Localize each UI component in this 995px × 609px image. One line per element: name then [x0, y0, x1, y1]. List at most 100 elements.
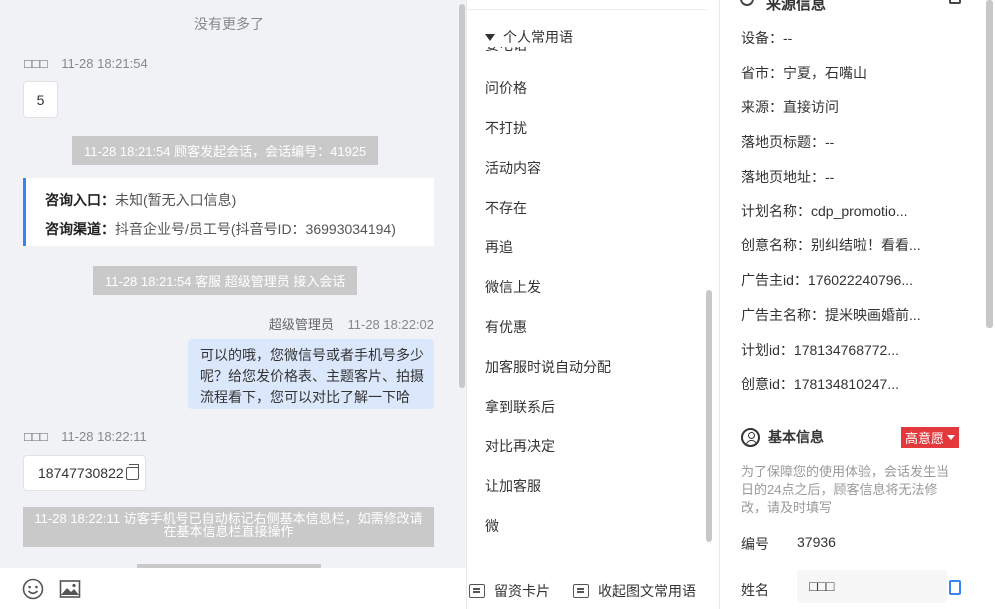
row-value: 178134810247... — [793, 376, 900, 392]
system-message: 11-28 18:21:54 顾客发起会话，会话编号：41925 — [72, 136, 379, 165]
phrases-group-title: 个人常用语 — [503, 29, 573, 45]
row-value: -- — [825, 169, 835, 185]
message-text: 5 — [36, 91, 45, 108]
row-label: 创意id： — [741, 376, 794, 392]
person-icon — [741, 427, 760, 447]
row-value: -- — [825, 134, 835, 150]
lead-card-label: 留资卡片 — [494, 583, 550, 599]
collapse-phrases-button[interactable]: 收起图文常用语 — [573, 581, 696, 601]
entry-label: 咨询入口： — [45, 192, 115, 208]
info-row-advertiser-name: 广告主名称：提米映画婚前... — [741, 305, 921, 325]
phrase-item[interactable]: 加客服时说自动分配 — [485, 357, 611, 377]
channel-label: 咨询渠道： — [45, 221, 115, 237]
message-text: 18747730822 — [38, 465, 124, 481]
row-value: 176022240796... — [807, 272, 914, 288]
info-row-region: 省市：宁夏，石嘴山 — [741, 63, 867, 83]
phrase-item[interactable]: 对比再决定 — [485, 436, 555, 456]
chat-toolbar — [0, 568, 466, 609]
phrases-header-divider — [467, 0, 707, 10]
row-value: 别纠结啦！看看... — [811, 237, 921, 253]
message-time: 11-28 18:22:11 — [61, 429, 147, 444]
row-value: 178134768772... — [793, 342, 900, 358]
copy-icon[interactable] — [125, 463, 139, 480]
phrase-item[interactable]: 再追 — [485, 237, 513, 257]
phrase-item[interactable]: 问价格 — [485, 78, 527, 98]
message-card-icon — [469, 584, 485, 598]
row-label: 落地页地址： — [741, 169, 825, 185]
document-icon[interactable] — [949, 580, 961, 595]
system-message: 11-28 18:22:11 访客手机号已自动标记右侧基本信息栏，如需修改请在基… — [23, 507, 434, 547]
phrase-item[interactable]: 微信上发 — [485, 277, 541, 297]
edit-icon[interactable] — [949, 0, 961, 4]
chevron-down-icon — [947, 435, 956, 440]
no-more-text: 没有更多了 — [194, 16, 264, 32]
system-message: 11-28 18:21:54 客服 超级管理员 接入会话 — [93, 266, 358, 295]
customer-name-field[interactable]: □□□ — [797, 570, 947, 603]
visitor-meta: □□□ 11-28 18:21:54 — [24, 56, 148, 71]
lead-card-button[interactable]: 留资卡片 — [469, 581, 550, 601]
phrase-item[interactable]: 拿到联系后 — [485, 397, 555, 417]
row-label: 落地页标题： — [741, 134, 825, 150]
phrase-item[interactable]: 让加客服 — [485, 476, 541, 496]
intent-level-label: 高意愿 — [905, 431, 945, 446]
phrase-item[interactable]: 活动内容 — [485, 158, 541, 178]
channel-value: 抖音企业号/员工号(抖音号ID：36993034194) — [115, 221, 396, 237]
visitor-meta: □□□ 11-28 18:22:11 — [24, 429, 147, 444]
phrases-scrollbar[interactable] — [706, 290, 712, 542]
message-card-icon — [573, 584, 589, 598]
phrases-footer: 留资卡片 收起图文常用语 — [467, 568, 720, 609]
image-icon[interactable] — [59, 578, 81, 600]
phrase-item[interactable]: 有优惠 — [485, 317, 527, 337]
row-value: -- — [783, 30, 793, 46]
visitor-message: 5 — [23, 81, 58, 118]
emoji-icon[interactable] — [22, 578, 44, 600]
entry-value: 未知(暂无入口信息) — [115, 192, 237, 208]
source-info-title: 来源信息 — [766, 0, 827, 13]
row-label: 省市： — [741, 65, 783, 81]
agent-message: 可以的哦，您微信号或者手机号多少呢？给您发价格表、主题客片、拍摄流程看下，您可以… — [188, 339, 434, 409]
row-value: 提米映画婚前... — [825, 307, 921, 323]
info-row-plan-name: 计划名称：cdp_promotio... — [741, 201, 908, 221]
basic-info-title: 基本信息 — [768, 429, 824, 445]
info-row-source: 来源：直接访问 — [741, 97, 839, 117]
row-label: 设备： — [741, 30, 783, 46]
info-row-device: 设备：-- — [741, 28, 792, 48]
row-value: 宁夏，石嘴山 — [783, 65, 867, 81]
phrases-panel: 要电话 个人常用语 问价格 不打扰 活动内容 不存在 再追 微信上发 有优惠 加… — [466, 0, 720, 609]
chat-history[interactable]: 没有更多了 □□□ 11-28 18:21:54 5 11-28 18:21:5… — [0, 0, 466, 568]
info-row-landing-url: 落地页地址：-- — [741, 167, 834, 187]
info-row-landing-title: 落地页标题：-- — [741, 132, 834, 152]
message-time: 11-28 18:21:54 — [61, 56, 148, 71]
chat-panel: 没有更多了 □□□ 11-28 18:21:54 5 11-28 18:21:5… — [0, 0, 466, 609]
row-value: 直接访问 — [783, 99, 839, 115]
info-scrollbar[interactable] — [986, 0, 993, 328]
phrase-item[interactable]: 微 — [485, 516, 499, 536]
inquiry-info-card: 咨询入口：未知(暂无入口信息) 咨询渠道：抖音企业号/员工号(抖音号ID：369… — [23, 178, 434, 246]
visitor-message: 18747730822 — [23, 455, 146, 491]
phrase-item[interactable]: 不存在 — [485, 198, 527, 218]
edit-deadline-notice: 为了保障您的使用体验，会话发生当日的24点之后，顾客信息将无法修改，请及时填写 — [741, 464, 950, 515]
row-label: 广告主id： — [741, 272, 808, 288]
intent-level-dropdown[interactable]: 高意愿 — [901, 427, 960, 448]
phrases-group-toggle[interactable]: 个人常用语 — [485, 27, 579, 47]
customer-name-label: 姓名 — [741, 582, 769, 598]
visitor-name: □□□ — [24, 429, 48, 444]
row-value: cdp_promotio... — [811, 203, 908, 219]
row-label: 计划名称： — [741, 203, 811, 219]
info-row-creative-name: 创意名称：别纠结啦！看看... — [741, 235, 921, 255]
location-icon — [740, 0, 754, 6]
message-time: 11-28 18:22:02 — [347, 317, 435, 332]
info-row-advertiser-id: 广告主id：176022240796... — [741, 270, 913, 290]
visitor-name: □□□ — [24, 56, 48, 71]
basic-info-header: 基本信息 — [741, 427, 824, 447]
phrase-item[interactable]: 不打扰 — [485, 118, 527, 138]
agent-meta: 超级管理员 11-28 18:22:02 — [269, 314, 434, 333]
collapse-phrases-label: 收起图文常用语 — [598, 583, 696, 599]
info-row-creative-id: 创意id：178134810247... — [741, 374, 899, 394]
chat-scrollbar[interactable] — [459, 4, 465, 388]
agent-name: 超级管理员 — [268, 317, 334, 332]
info-row-plan-id: 计划id：178134768772... — [741, 340, 899, 360]
customer-id-value: 37936 — [797, 534, 836, 550]
row-label: 创意名称： — [741, 237, 811, 253]
customer-id-label: 编号 — [741, 536, 769, 552]
